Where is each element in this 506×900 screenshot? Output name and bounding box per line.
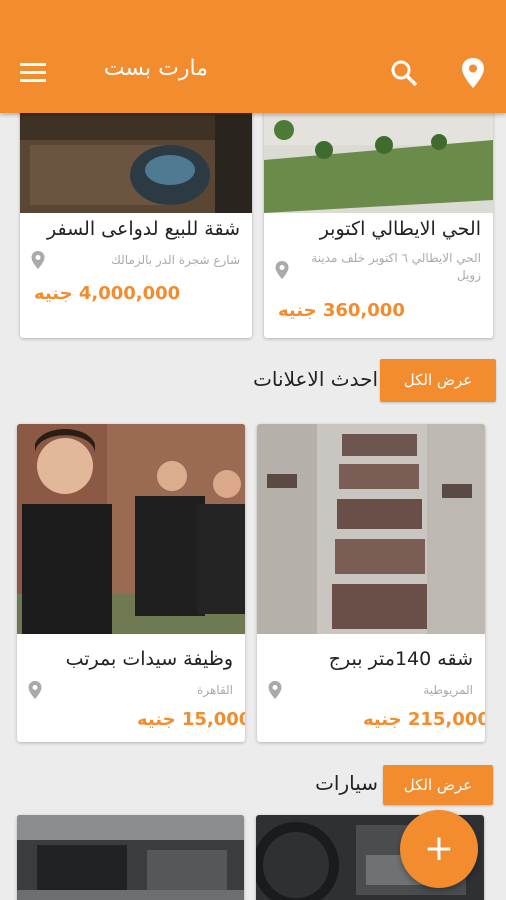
listing-location: المريوطية [423, 683, 473, 697]
section-title: احدث الاعلانات [253, 367, 378, 391]
menu-icon[interactable] [18, 60, 50, 86]
listing-image [17, 815, 244, 900]
app-title: مارت بست [103, 56, 208, 81]
location-pin-icon [268, 681, 282, 699]
plus-icon: + [423, 828, 455, 869]
listing-image [257, 424, 485, 634]
search-icon[interactable] [388, 57, 420, 89]
listing-price: 360,000 جنيه [278, 300, 405, 321]
listing-card[interactable] [17, 815, 244, 900]
listing-image [17, 424, 245, 634]
section-title: سيارات [315, 771, 378, 795]
app-bar: مارت بست [0, 0, 506, 113]
listing-price: 15,000 جنيه [137, 709, 245, 730]
listing-image [264, 100, 493, 213]
listing-location: شارع شجرة الدر بالزمالك [110, 253, 240, 267]
view-all-button[interactable]: عرض الكل [383, 765, 493, 805]
add-listing-button[interactable]: + [400, 810, 478, 888]
listing-title: وظيفة سيدات بمرتب [65, 648, 233, 670]
listing-price: 4,000,000 جنيه [34, 283, 181, 304]
listing-card[interactable]: شقة للبيع لدواعى السفر شارع شجرة الدر با… [20, 100, 252, 338]
listing-price: 215,000 جنيه [363, 709, 485, 730]
listing-card[interactable]: شقه 140متر ببرج المريوطية 215,000 جنيه [257, 424, 485, 742]
listing-card[interactable]: الحي الايطالي اكتوبر الحي الايطالي ٦ اكت… [264, 100, 493, 338]
location-pin-icon [31, 251, 45, 269]
listing-card[interactable]: وظيفة سيدات بمرتب القاهرة 15,000 جنيه [17, 424, 245, 742]
listing-location: القاهرة [197, 683, 233, 697]
listing-location: الحي الايطالي ٦ اكتوبر خلف مدينة زويل [311, 251, 481, 282]
location-pin-icon [28, 681, 42, 699]
listing-title: شقة للبيع لدواعى السفر [47, 218, 240, 240]
location-pin-icon[interactable] [458, 56, 488, 90]
listing-title: شقه 140متر ببرج [328, 648, 473, 670]
view-all-button[interactable]: عرض الكل [380, 359, 496, 402]
listing-title: الحي الايطالي اكتوبر [319, 218, 481, 240]
listing-image [20, 100, 252, 213]
location-pin-icon [275, 261, 289, 279]
